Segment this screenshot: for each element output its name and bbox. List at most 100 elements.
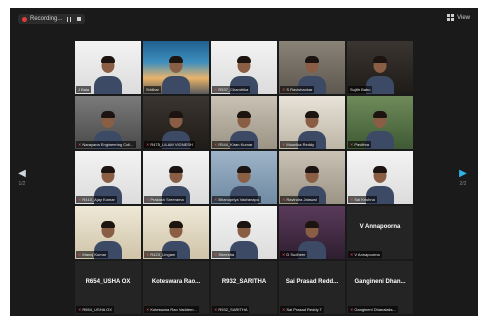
pause-recording-icon[interactable] (67, 16, 72, 22)
participant-tile[interactable]: R932_SARITHA ✕ R932_SARITHA (211, 261, 277, 314)
participant-display-name: R932_SARITHA (221, 279, 267, 285)
participant-name: Mounika Reddy (286, 142, 315, 147)
participant-tile[interactable]: ✕ Mounika Reddy (279, 96, 345, 149)
participant-name: Pavithra (354, 142, 370, 147)
participant-name: R544_Kiran Kumar (218, 142, 253, 147)
stop-recording-icon[interactable] (77, 17, 82, 21)
participant-tile[interactable]: ✕ Pavithra (347, 96, 413, 149)
participant-display-name: Sai Prasad Redd... (285, 279, 339, 285)
mic-muted-icon: ✕ (214, 197, 218, 202)
mic-muted-icon: ✕ (282, 197, 286, 202)
mic-muted-icon: ✕ (78, 307, 82, 312)
participant-tile[interactable]: ✕ R475_LILAM VIGNESH (143, 96, 209, 149)
participant-name: Sujith Babu (350, 87, 371, 92)
participant-name-label: ✕ Ravindra Jaiswal (280, 196, 319, 203)
meeting-window: Recording... View ◀ 1/2 ▶ 2/2 J Bala Srid… (10, 8, 478, 316)
participant-tile[interactable]: ✕ Manoj Kumar (75, 206, 141, 259)
participant-name: Sai Prasad Reddy T (286, 307, 323, 312)
participant-name: Sai Krishna (354, 197, 375, 202)
participant-name-label: ✕ R537_Chandrika (212, 86, 251, 93)
mic-muted-icon: ✕ (282, 142, 286, 147)
participant-tile[interactable]: ✕ R544_Kiran Kumar (211, 96, 277, 149)
mic-muted-icon: ✕ (214, 87, 218, 92)
participant-name: Koteswara Rao Vaddem... (150, 307, 197, 312)
participant-tile[interactable]: V Annapoorna ✕ V Annapoorna (347, 206, 413, 259)
participant-name: R654_USHA OX (82, 307, 112, 312)
mic-muted-icon: ✕ (350, 307, 354, 312)
recording-label: Recording... (30, 16, 63, 22)
participant-name-label: ✕ Prakash Sreerama (144, 196, 186, 203)
participant-name-label: ✕ V Annapoorna (348, 251, 382, 258)
mic-muted-icon: ✕ (350, 197, 354, 202)
participant-tile[interactable]: Sujith Babu (347, 41, 413, 94)
participant-tile[interactable]: ✕ Narayana Engineering Coll... (75, 96, 141, 149)
participant-tile[interactable]: ✕ Prakash Sreerama (143, 151, 209, 204)
recording-dot-icon (22, 16, 27, 22)
participant-display-name: R654_USHA OX (85, 279, 131, 285)
participant-name: Prakash Sreerama (150, 197, 184, 202)
participant-name: V Annapoorna (354, 252, 380, 257)
participant-tile[interactable]: Sai Prasad Redd... ✕ Sai Prasad Reddy T (279, 261, 345, 314)
mic-muted-icon: ✕ (282, 307, 286, 312)
meeting-topbar: Recording... (10, 8, 478, 30)
participant-name-label: ✕ R654_USHA OX (76, 306, 114, 313)
participant-tile[interactable]: Gangineni Dhan... ✕ Gangineni Dhanalaks... (347, 261, 413, 314)
participant-tile[interactable]: ✕ R423_Lingam (143, 206, 209, 259)
participant-name: Ravindra Jaiswal (286, 197, 317, 202)
mic-muted-icon: ✕ (146, 142, 150, 147)
participant-name: Narayana Engineering Coll... (82, 142, 134, 147)
participant-tile[interactable]: ✕ Ravindra Jaiswal (279, 151, 345, 204)
participant-name: J Bala (78, 87, 90, 92)
participant-silhouette (161, 56, 191, 94)
participant-name-label: J Bala (76, 86, 92, 93)
participant-name-label: ✕ Bhanupriya Vadranapu (212, 196, 261, 203)
mic-muted-icon: ✕ (146, 252, 150, 257)
mic-muted-icon: ✕ (78, 197, 82, 202)
mic-muted-icon: ✕ (78, 142, 82, 147)
participant-name: R537_Chandrika (218, 87, 249, 92)
participant-tile[interactable]: Sridhar (143, 41, 209, 94)
participant-name: S Ravishankar (286, 87, 313, 92)
participant-tile[interactable]: ✕ R537_Chandrika (211, 41, 277, 94)
next-page-button[interactable]: ▶ 2/2 (456, 168, 470, 187)
participant-tile[interactable]: ✕ Sireesha (211, 206, 277, 259)
participant-silhouette (93, 56, 123, 94)
participant-name-label: ✕ Sai Prasad Reddy T (280, 306, 325, 313)
participant-name-label: ✕ S Ravishankar (280, 86, 315, 93)
participant-tile[interactable]: ✕ R410_Ajay Kumar (75, 151, 141, 204)
mic-muted-icon: ✕ (146, 197, 150, 202)
participant-name-label: ✕ R544_Kiran Kumar (212, 141, 255, 148)
participant-name-label: ✕ Narayana Engineering Coll... (76, 141, 136, 148)
participant-name: Gangineni Dhanalaks... (354, 307, 396, 312)
participant-tile[interactable]: ✕ S Ravishankar (279, 41, 345, 94)
participant-display-name: V Annapoorna (359, 224, 401, 230)
mic-muted-icon: ✕ (214, 252, 218, 257)
recording-indicator[interactable]: Recording... (18, 14, 86, 24)
participant-name-label: ✕ R410_Ajay Kumar (76, 196, 117, 203)
participant-tile[interactable]: J Bala (75, 41, 141, 94)
participant-name-label: ✕ D Sudheer (280, 251, 308, 258)
participant-name-label: Sujith Babu (348, 86, 373, 93)
gallery-view-icon (447, 14, 455, 21)
participant-display-name: Gangineni Dhan... (354, 279, 406, 285)
participant-name: R410_Ajay Kumar (82, 197, 115, 202)
participant-tile[interactable]: ✕ Bhanupriya Vadranapu (211, 151, 277, 204)
participant-gallery: J Bala Sridhar ✕ R537_Chandrika ✕ S Ravishank… (75, 41, 415, 316)
page-indicator-right: 2/2 (459, 181, 467, 187)
mic-muted-icon: ✕ (350, 142, 354, 147)
participant-tile[interactable]: R654_USHA OX ✕ R654_USHA OX (75, 261, 141, 314)
chevron-right-icon: ▶ (459, 168, 467, 179)
previous-page-button[interactable]: ◀ 1/2 (15, 168, 29, 187)
participant-name: Sireesha (218, 252, 235, 257)
participant-name-label: ✕ R475_LILAM VIGNESH (144, 141, 195, 148)
participant-name: Bhanupriya Vadranapu (218, 197, 259, 202)
mic-muted-icon: ✕ (214, 142, 218, 147)
view-button[interactable]: View (447, 14, 470, 21)
participant-tile[interactable]: Koteswara Rao... ✕ Koteswara Rao Vaddem... (143, 261, 209, 314)
participant-tile[interactable]: ✕ Sai Krishna (347, 151, 413, 204)
participant-tile[interactable]: ✕ D Sudheer (279, 206, 345, 259)
participant-name-label: ✕ Sai Krishna (348, 196, 377, 203)
mic-muted-icon: ✕ (146, 307, 150, 312)
chevron-left-icon: ◀ (18, 168, 26, 179)
participant-name: R423_Lingam (150, 252, 176, 257)
